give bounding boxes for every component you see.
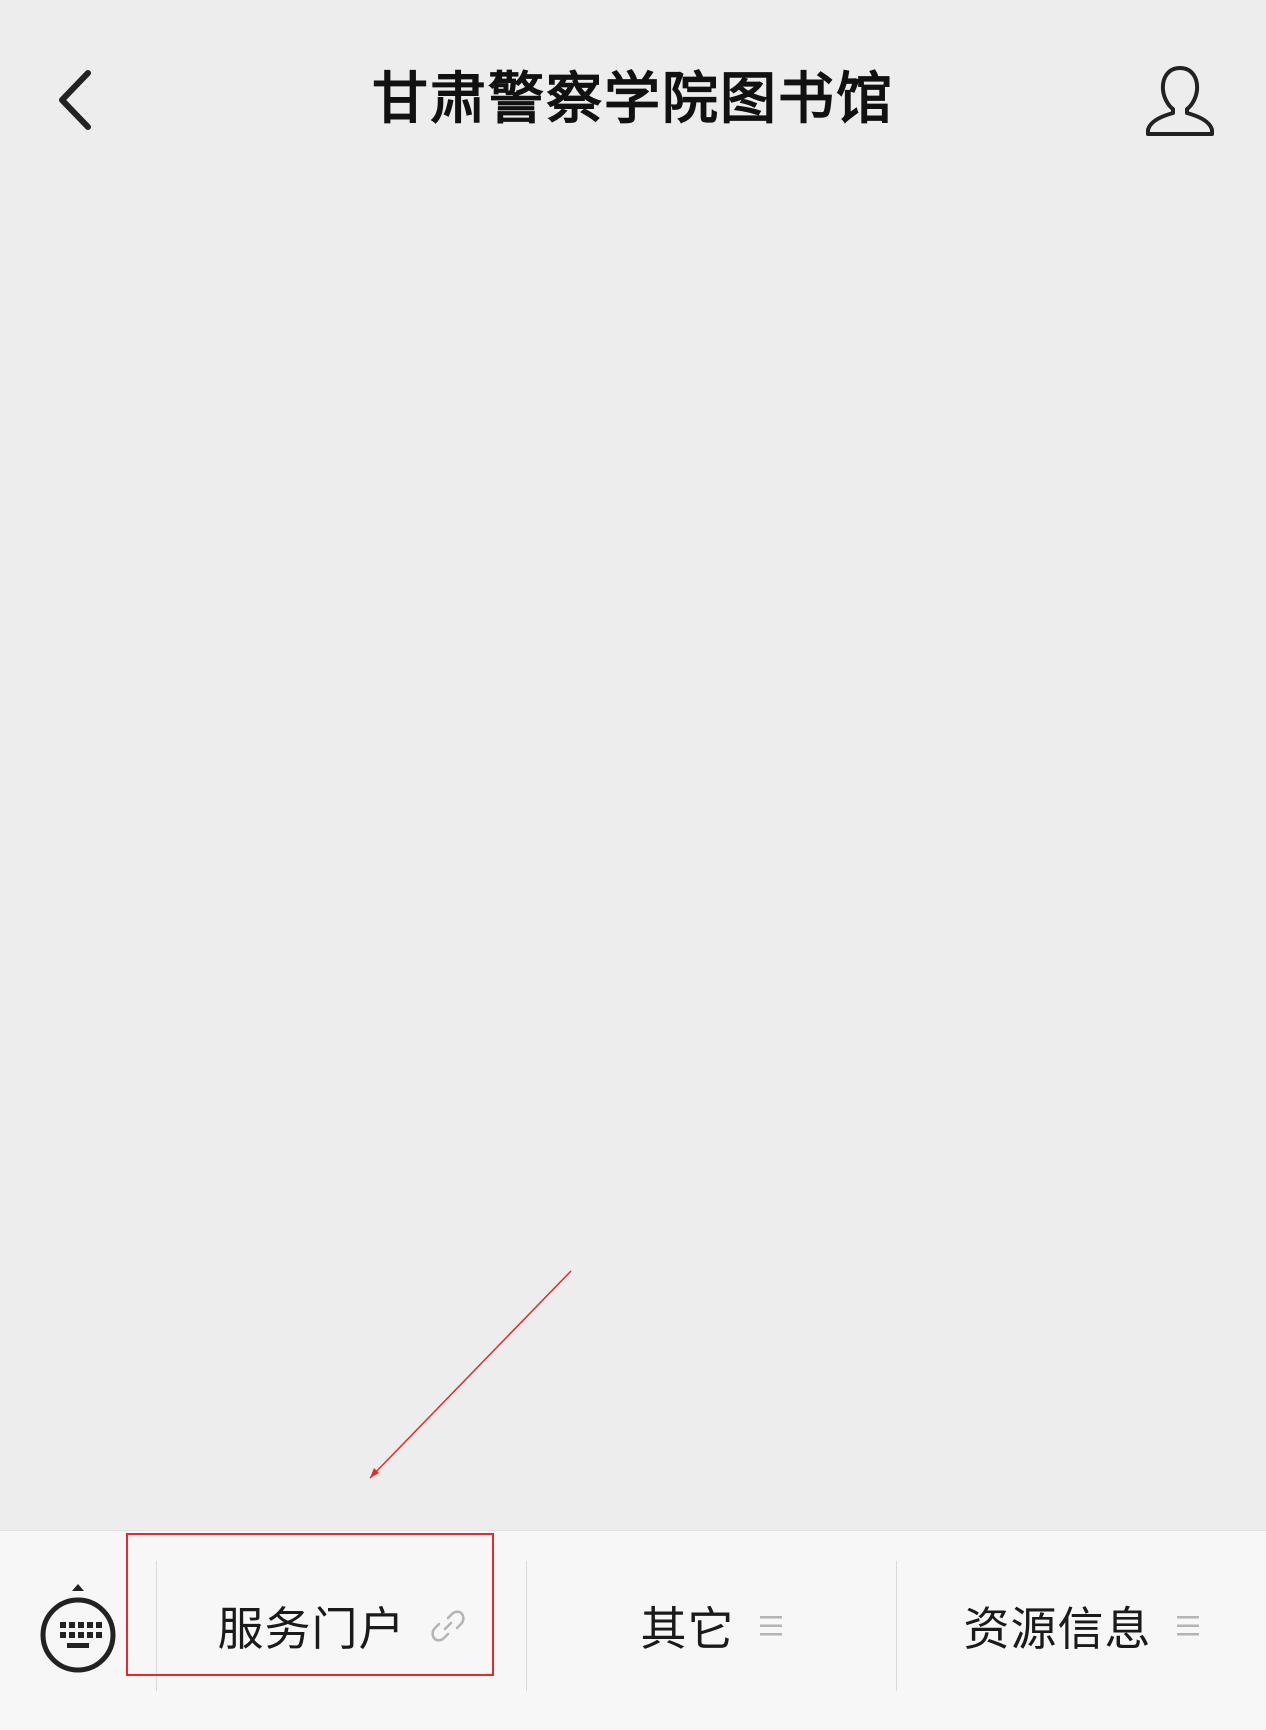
keyboard-icon xyxy=(40,1584,116,1673)
menu-lines-icon xyxy=(759,1613,783,1639)
menu-item-service-portal[interactable]: 服务门户 xyxy=(157,1561,526,1691)
back-button[interactable] xyxy=(40,55,110,145)
profile-button[interactable] xyxy=(1130,55,1230,145)
chevron-left-icon xyxy=(59,70,91,130)
menu-item-resource-info[interactable]: 资源信息 xyxy=(897,1561,1266,1691)
message-area xyxy=(0,200,1266,1530)
menu-item-label: 服务门户 xyxy=(217,1602,406,1656)
page-title: 甘肃警察学院图书馆 xyxy=(372,67,894,132)
user-icon xyxy=(1146,66,1214,136)
menu-item-other[interactable]: 其它 xyxy=(527,1561,896,1691)
top-navigation-bar: 甘肃警察学院图书馆 xyxy=(0,0,1266,200)
bottom-menu-bar: 服务门户 其它 资源信息 xyxy=(0,1530,1266,1730)
menu-item-label: 其它 xyxy=(640,1602,735,1656)
link-icon xyxy=(430,1608,466,1644)
menu-lines-icon xyxy=(1176,1613,1200,1639)
menu-item-label: 资源信息 xyxy=(963,1602,1152,1656)
keyboard-toggle-button[interactable] xyxy=(35,1575,121,1685)
